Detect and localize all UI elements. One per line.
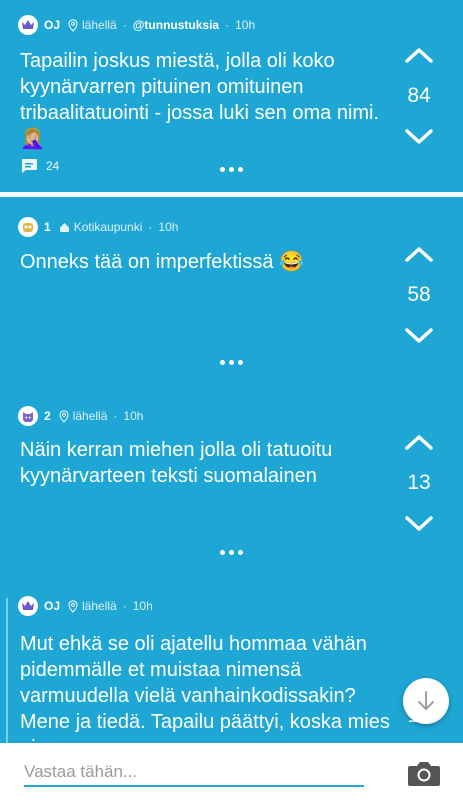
chevron-down-icon [405, 328, 433, 343]
dot-icon [238, 550, 243, 555]
separator-dot: · [122, 18, 127, 32]
comment-icon [21, 159, 37, 173]
post-card[interactable]: OJ lähellä · @tunnustuksia · 10h Tapaili… [0, 0, 463, 192]
cat-icon [23, 412, 33, 422]
reply-composer [0, 743, 463, 800]
more-options-button[interactable] [220, 550, 243, 555]
chevron-up-icon [405, 48, 433, 63]
vote-control: 58 [389, 243, 449, 347]
more-options-button[interactable] [220, 167, 243, 172]
author-badge [18, 406, 38, 426]
arrow-down-icon [418, 691, 434, 710]
location: Kotikaupunki [59, 220, 143, 234]
vote-count: 58 [407, 283, 431, 306]
replies-count[interactable]: 24 [20, 158, 59, 174]
upvote-button[interactable] [403, 44, 435, 66]
location: lähellä [68, 18, 117, 32]
chevron-down-icon [405, 516, 433, 531]
author-name: 1 [44, 220, 51, 234]
location-pin-icon [68, 18, 78, 32]
home-icon [59, 222, 69, 232]
dot-icon [220, 550, 225, 555]
crown-icon [22, 601, 34, 610]
chevron-down-icon [405, 129, 433, 144]
separator-dot: · [148, 220, 153, 234]
post-meta: OJ lähellä · 10h [18, 595, 153, 617]
post-meta: 2 lähellä · 10h [18, 405, 143, 427]
vote-count: 13 [407, 471, 431, 494]
author-badge [18, 15, 38, 35]
replies-count-label: 24 [46, 159, 60, 173]
author-name: OJ [44, 599, 61, 613]
post-time: 10h [235, 18, 256, 32]
post-meta: 1 Kotikaupunki · 10h [18, 216, 178, 238]
post-text: Tapailin joskus miestä, jolla oli koko k… [20, 50, 380, 150]
upvote-button[interactable] [403, 243, 435, 265]
dot-icon [238, 167, 243, 172]
more-options-button[interactable] [220, 360, 243, 365]
author-name: 2 [44, 409, 51, 423]
location-label: lähellä [72, 409, 108, 423]
post-time: 10h [158, 220, 179, 234]
reply-card[interactable]: 1 Kotikaupunki · 10h Onneks tää on imper… [0, 197, 463, 387]
thread-line [6, 598, 8, 748]
post-meta: OJ lähellä · @tunnustuksia · 10h [18, 14, 255, 36]
chevron-up-icon [405, 435, 433, 450]
location: lähellä [68, 599, 117, 613]
owl-icon [23, 223, 33, 232]
separator-dot: · [122, 599, 127, 613]
dot-icon [238, 360, 243, 365]
separator-dot: · [225, 18, 230, 32]
dot-icon [229, 360, 234, 365]
location-pin-icon [68, 599, 78, 613]
separator-dot: · [113, 409, 118, 423]
dot-icon [229, 167, 234, 172]
reply-card[interactable]: 2 lähellä · 10h Näin kerran miehen jolla… [0, 387, 463, 582]
author-name: OJ [44, 18, 61, 32]
post-text: Mut ehkä se oli ajatellu hommaa vähän pi… [20, 633, 390, 743]
reply-input[interactable] [24, 759, 364, 787]
dot-icon [220, 167, 225, 172]
dot-icon [229, 550, 234, 555]
vote-control: 13 [389, 431, 449, 535]
camera-icon [408, 762, 440, 786]
camera-button[interactable] [407, 759, 441, 787]
crown-icon [22, 20, 34, 29]
downvote-button[interactable] [403, 126, 435, 148]
vote-count: 84 [407, 84, 431, 107]
reply-card[interactable]: OJ lähellä · 10h Mut ehkä se oli ajatell… [0, 582, 463, 743]
location-label: lähellä [82, 18, 117, 32]
author-badge [18, 596, 38, 616]
downvote-button[interactable] [403, 513, 435, 535]
post-time: 10h [123, 409, 144, 423]
vote-control: 84 [389, 44, 449, 148]
location-label: Kotikaupunki [73, 220, 143, 234]
post-time: 10h [132, 599, 153, 613]
chevron-up-icon [405, 247, 433, 262]
location-pin-icon [59, 409, 69, 423]
author-badge [18, 217, 38, 237]
dot-icon [220, 360, 225, 365]
downvote-button[interactable] [403, 325, 435, 347]
location-label: lähellä [82, 599, 117, 613]
location: lähellä [59, 409, 108, 423]
upvote-button[interactable] [403, 431, 435, 453]
post-text: Onneks tää on imperfektissä 😂 [20, 251, 304, 273]
channel-tag[interactable]: @tunnustuksia [133, 18, 219, 32]
post-text: Näin kerran miehen jolla oli tatuoitu ky… [20, 439, 333, 487]
scroll-down-button[interactable] [403, 678, 449, 724]
